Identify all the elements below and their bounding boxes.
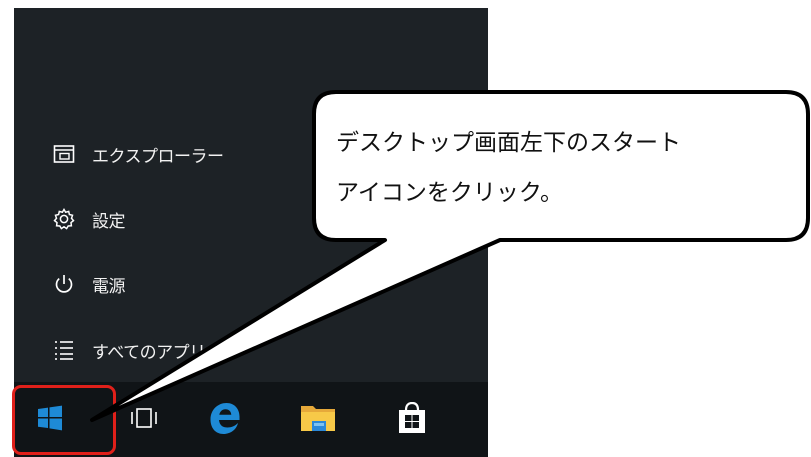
speech-bubble	[90, 90, 810, 422]
callout-text: デスクトップ画面左下のスタート アイコンをクリック。	[336, 118, 796, 218]
callout-line-1: デスクトップ画面左下のスタート	[336, 130, 681, 156]
callout-line-2: アイコンをクリック。	[336, 180, 564, 206]
